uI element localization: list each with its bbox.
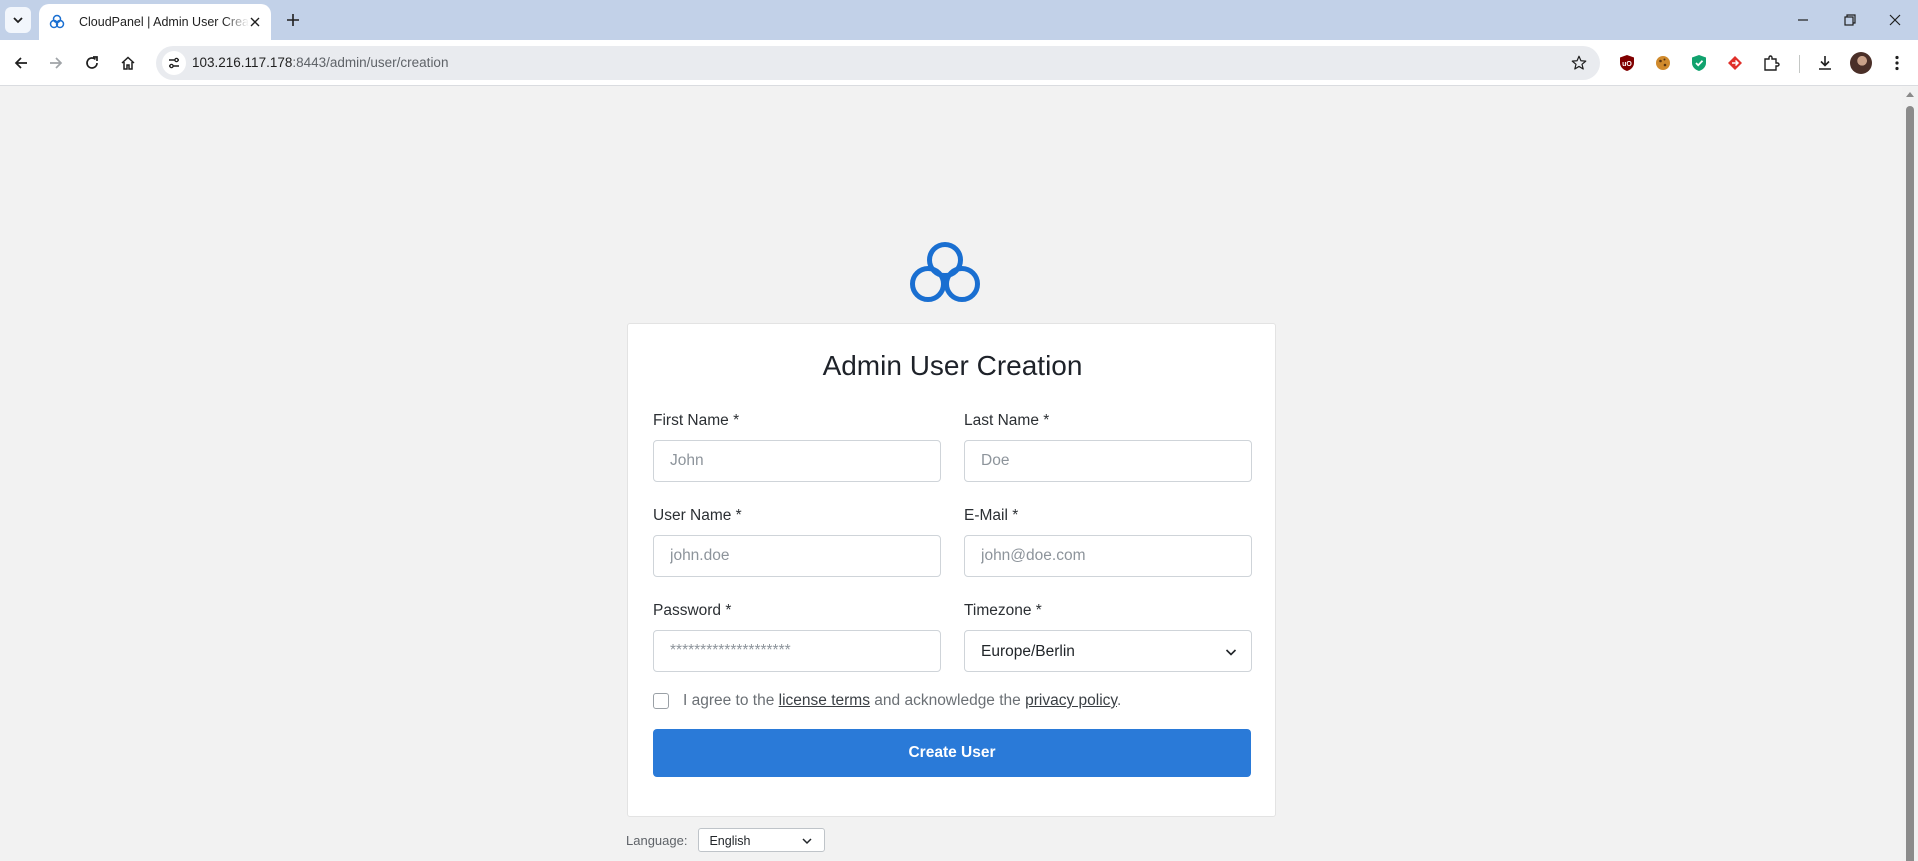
close-icon <box>1889 14 1901 26</box>
close-icon[interactable] <box>247 14 263 30</box>
agree-text: I agree to the license terms and acknowl… <box>683 692 1121 710</box>
back-icon <box>14 57 27 69</box>
download-icon[interactable] <box>1814 52 1836 74</box>
reload-icon <box>86 56 98 69</box>
chevron-down-icon <box>13 17 23 24</box>
home-button[interactable] <box>115 50 141 76</box>
restore-button[interactable] <box>1827 0 1873 40</box>
admin-user-creation-card: Admin User Creation First Name * Last Na… <box>627 323 1276 817</box>
tab-list-button[interactable] <box>5 7 31 33</box>
email-input[interactable] <box>964 535 1252 577</box>
back-button[interactable] <box>8 50 34 76</box>
first-name-label: First Name * <box>653 412 740 429</box>
language-label: Language: <box>626 832 688 848</box>
agree-row: I agree to the license terms and acknowl… <box>653 691 1121 711</box>
forward-icon <box>50 57 63 69</box>
browser-tab[interactable]: CloudPanel | Admin User Creation <box>39 4 271 40</box>
browser-tab-bar: CloudPanel | Admin User Creation <box>0 0 1918 40</box>
site-info-button[interactable] <box>162 51 186 75</box>
agree-suffix: . <box>1117 692 1122 709</box>
url-path: :8443/admin/user/creation <box>292 55 449 70</box>
language-select[interactable]: English <box>698 828 826 852</box>
cloudpanel-logo <box>910 242 980 302</box>
language-row: Language: English <box>626 828 826 852</box>
star-icon[interactable] <box>1570 54 1588 72</box>
timezone-value: Europe/Berlin <box>981 643 1075 660</box>
forward-button[interactable] <box>43 50 69 76</box>
arrow-extension-icon[interactable] <box>1724 52 1746 74</box>
cookie-icon[interactable] <box>1652 52 1674 74</box>
password-label: Password * <box>653 602 732 619</box>
agree-prefix: I agree to the <box>683 692 775 709</box>
toolbar-separator <box>1799 55 1800 73</box>
first-name-input[interactable] <box>653 440 941 482</box>
url-text: 103.216.117.178:8443/admin/user/creation <box>192 55 448 70</box>
minimize-button[interactable] <box>1780 0 1826 40</box>
agree-checkbox[interactable] <box>653 693 669 709</box>
shield-icon[interactable] <box>1688 52 1710 74</box>
page-title: Admin User Creation <box>822 350 1083 381</box>
profile-avatar[interactable] <box>1850 52 1872 74</box>
privacy-policy-link[interactable]: privacy policy <box>1025 692 1117 709</box>
password-input[interactable] <box>653 630 941 672</box>
minimize-icon <box>1798 19 1808 21</box>
chevron-down-icon <box>802 836 812 846</box>
license-terms-link[interactable]: license terms <box>779 692 870 709</box>
browser-toolbar: 103.216.117.178:8443/admin/user/creation… <box>0 40 1918 86</box>
new-tab-button[interactable] <box>282 9 304 31</box>
create-user-button[interactable]: Create User <box>653 729 1251 777</box>
last-name-input[interactable] <box>964 440 1252 482</box>
cloudpanel-favicon <box>49 14 65 30</box>
user-name-label: User Name * <box>653 507 742 524</box>
chevron-down-icon <box>1225 646 1237 658</box>
last-name-label: Last Name * <box>964 412 1050 429</box>
kebab-menu-icon[interactable] <box>1886 52 1908 74</box>
puzzle-icon[interactable] <box>1760 52 1782 74</box>
scroll-thumb[interactable] <box>1906 106 1914 861</box>
user-name-input[interactable] <box>653 535 941 577</box>
timezone-select[interactable]: Europe/Berlin <box>964 630 1252 672</box>
agree-middle: and acknowledge the <box>874 692 1021 709</box>
tab-title: CloudPanel | Admin User Creation <box>79 15 249 29</box>
window-close-button[interactable] <box>1872 0 1918 40</box>
ublock-icon[interactable]: uO <box>1616 52 1638 74</box>
url-host: 103.216.117.178 <box>192 55 293 70</box>
reload-button[interactable] <box>79 50 105 76</box>
home-icon <box>121 56 135 70</box>
restore-icon <box>1844 14 1856 26</box>
svg-text:uO: uO <box>1622 61 1632 68</box>
plus-icon <box>287 14 299 26</box>
site-info-icon <box>169 57 179 69</box>
language-value: English <box>709 834 751 848</box>
timezone-label: Timezone * <box>964 602 1042 619</box>
email-label: E-Mail * <box>964 507 1019 524</box>
scroll-up-arrow[interactable] <box>1906 92 1914 97</box>
address-bar[interactable]: 103.216.117.178:8443/admin/user/creation <box>156 46 1600 80</box>
